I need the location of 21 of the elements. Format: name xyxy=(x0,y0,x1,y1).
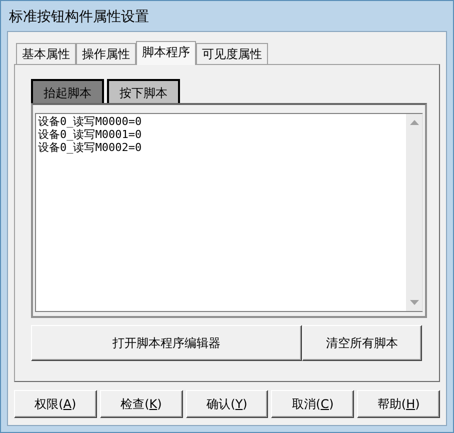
script-editor[interactable]: 设备0_读写M0000=0 设备0_读写M0001=0 设备0_读写M0002=0 xyxy=(35,113,423,312)
script-tab[interactable]: 按下脚本 xyxy=(107,79,180,103)
action-button[interactable]: 打开脚本程序编辑器 xyxy=(31,325,302,361)
dialog-button[interactable]: 帮助(H) xyxy=(357,390,440,418)
script-line: 设备0_读写M0000=0 xyxy=(38,115,143,128)
scroll-down-icon[interactable] xyxy=(410,300,418,305)
script-line: 设备0_读写M0002=0 xyxy=(38,141,143,154)
script-tab[interactable]: 抬起脚本 xyxy=(31,79,104,103)
dialog-button[interactable]: 取消(C) xyxy=(271,390,354,418)
tab[interactable]: 基本属性 xyxy=(16,43,76,64)
tab[interactable]: 操作属性 xyxy=(76,43,136,64)
dialog-button[interactable]: 确认(Y) xyxy=(186,390,268,418)
action-button[interactable]: 清空所有脚本 xyxy=(302,325,422,361)
tab[interactable]: 脚本程序 xyxy=(136,41,196,65)
script-line: 设备0_读写M0001=0 xyxy=(38,128,143,141)
scroll-up-icon[interactable] xyxy=(410,120,418,125)
tab[interactable]: 可见度属性 xyxy=(196,43,268,64)
dialog-button[interactable]: 检查(K) xyxy=(100,390,183,418)
window-title: 标准按钮构件属性设置 xyxy=(8,8,150,27)
dialog-button[interactable]: 权限(A) xyxy=(14,390,97,418)
scrollbar[interactable] xyxy=(406,114,422,311)
